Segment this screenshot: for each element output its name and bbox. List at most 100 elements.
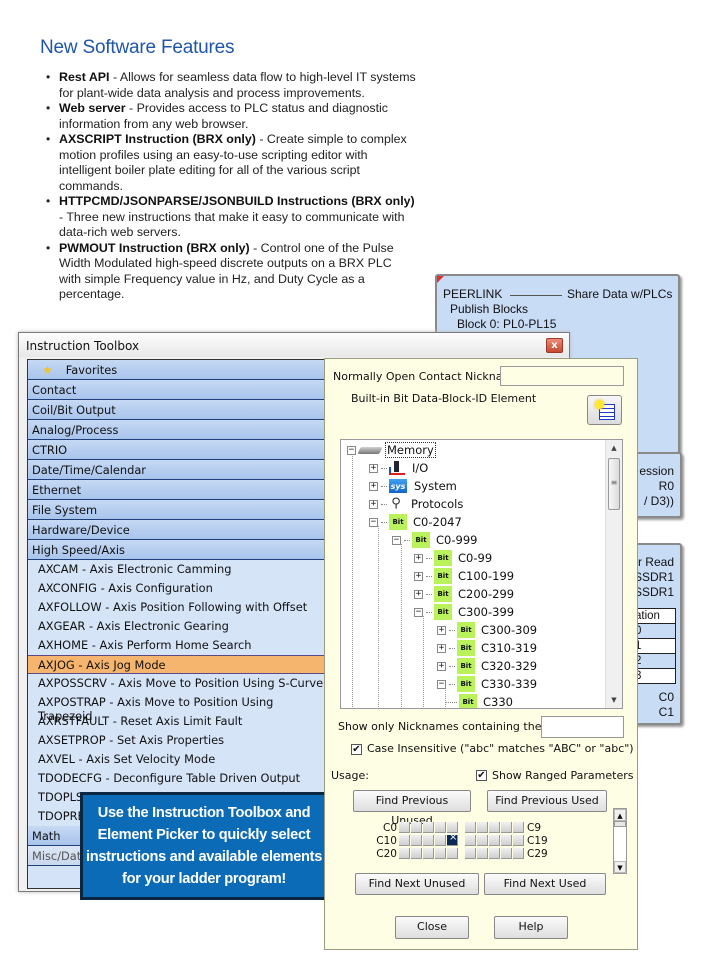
find-previous-used-button[interactable]: Find Previous Used xyxy=(487,790,607,812)
tree-node-c310-319[interactable]: + Bit C310-319 xyxy=(437,639,537,657)
usage-cell[interactable] xyxy=(513,822,524,833)
category-date-time-calendar[interactable]: Date/Time/Calendar xyxy=(28,460,326,480)
usage-cell[interactable] xyxy=(435,848,446,859)
usage-cell[interactable] xyxy=(423,835,434,846)
instruction-item[interactable]: AXFOLLOW - Axis Position Following with … xyxy=(28,598,326,617)
usage-cell[interactable] xyxy=(411,822,422,833)
instruction-item-selected[interactable]: AXJOG - Axis Jog Mode xyxy=(28,655,326,674)
tree-node-c320-329[interactable]: + Bit C320-329 xyxy=(437,657,537,675)
collapse-icon[interactable]: − xyxy=(392,535,401,545)
usage-cell[interactable] xyxy=(501,848,512,859)
expand-icon[interactable]: + xyxy=(414,553,423,563)
tree-node-c300-399[interactable]: − Bit C300-399 xyxy=(414,603,514,621)
instruction-item[interactable]: AXCONFIG - Axis Configuration xyxy=(28,579,326,598)
collapse-icon[interactable]: − xyxy=(437,679,446,689)
category-ethernet[interactable]: Ethernet xyxy=(28,480,326,500)
tree-node-c330-339[interactable]: − Bit C330-339 xyxy=(437,675,537,693)
usage-cell[interactable] xyxy=(435,822,446,833)
usage-cell[interactable] xyxy=(423,848,434,859)
find-previous-unused-button[interactable]: Find Previous Unused xyxy=(353,790,471,827)
usage-cell[interactable] xyxy=(399,822,410,833)
usage-cell[interactable] xyxy=(477,822,488,833)
category-contact[interactable]: Contact xyxy=(28,380,326,400)
memory-tree[interactable]: − Memory + I/O + sys System + ⚲ Protocol… xyxy=(340,439,623,709)
tree-scrollbar[interactable]: ▲ ≡ ▼ xyxy=(605,440,622,708)
help-button[interactable]: Help xyxy=(494,916,568,939)
usage-cell[interactable] xyxy=(465,848,476,859)
usage-scrollbar[interactable]: ▲ ▼ xyxy=(613,808,627,874)
instruction-item[interactable]: AXRSTFAULT - Reset Axis Limit Fault xyxy=(28,712,326,731)
tree-node-c0-999[interactable]: − Bit C0-999 xyxy=(392,531,477,549)
category-high-speed-axis[interactable]: High Speed/Axis xyxy=(28,540,326,560)
category-hardware-device[interactable]: Hardware/Device xyxy=(28,520,326,540)
instruction-item[interactable]: AXHOME - Axis Perform Home Search xyxy=(28,636,326,655)
nickname-filter-input[interactable] xyxy=(541,716,624,738)
nickname-input[interactable] xyxy=(500,366,624,386)
expand-icon[interactable]: + xyxy=(369,499,378,509)
instruction-item[interactable]: AXPOSTRAP - Axis Move to Position Using … xyxy=(28,693,326,723)
collapse-icon[interactable]: − xyxy=(347,445,356,455)
scroll-up-icon[interactable]: ▲ xyxy=(614,809,626,821)
expand-icon[interactable]: + xyxy=(437,661,446,671)
scroll-thumb[interactable]: ≡ xyxy=(608,458,620,510)
tree-node-system[interactable]: + sys System xyxy=(369,477,457,495)
usage-cell-used[interactable] xyxy=(447,832,458,846)
category-ctrio[interactable]: CTRIO xyxy=(28,440,326,460)
expand-icon[interactable]: + xyxy=(414,571,423,581)
usage-cell[interactable] xyxy=(399,848,410,859)
usage-cell[interactable] xyxy=(513,835,524,846)
category-favorites[interactable]: ★ Favorites xyxy=(28,360,326,380)
usage-cell[interactable] xyxy=(489,822,500,833)
expand-icon[interactable]: + xyxy=(437,625,446,635)
usage-cell[interactable] xyxy=(513,848,524,859)
usage-cell[interactable] xyxy=(489,848,500,859)
instruction-item[interactable]: AXPOSSCRV - Axis Move to Position Using … xyxy=(28,674,326,693)
usage-cell[interactable] xyxy=(411,835,422,846)
expand-icon[interactable]: + xyxy=(437,643,446,653)
scroll-down-icon[interactable]: ▼ xyxy=(606,692,622,708)
usage-cell[interactable] xyxy=(423,822,434,833)
instruction-item[interactable]: AXVEL - Axis Set Velocity Mode xyxy=(28,750,326,769)
collapse-icon[interactable]: − xyxy=(369,517,378,527)
usage-cell[interactable] xyxy=(435,835,446,846)
usage-cell[interactable] xyxy=(465,835,476,846)
tree-node-io[interactable]: + I/O xyxy=(369,459,428,477)
expand-icon[interactable]: + xyxy=(414,589,423,599)
find-next-unused-button[interactable]: Find Next Unused xyxy=(355,873,479,895)
usage-cell[interactable] xyxy=(489,835,500,846)
usage-cell[interactable] xyxy=(501,835,512,846)
expand-icon[interactable]: + xyxy=(369,481,378,491)
usage-cell[interactable] xyxy=(501,822,512,833)
usage-cell[interactable] xyxy=(465,822,476,833)
case-insensitive-checkbox[interactable]: ✔ xyxy=(351,744,362,755)
close-button[interactable]: Close xyxy=(395,916,469,939)
category-file-system[interactable]: File System xyxy=(28,500,326,520)
tree-node-c330[interactable]: Bit C330 xyxy=(445,693,513,708)
instruction-item[interactable]: AXSETPROP - Set Axis Properties xyxy=(28,731,326,750)
tree-node-c0-99[interactable]: + Bit C0-99 xyxy=(414,549,492,567)
tree-node-memory[interactable]: − Memory xyxy=(347,441,436,459)
tree-node-c200-299[interactable]: + Bit C200-299 xyxy=(414,585,514,603)
element-browser-button[interactable] xyxy=(587,395,622,425)
usage-cell[interactable] xyxy=(399,835,410,846)
instruction-item[interactable]: AXCAM - Axis Electronic Camming xyxy=(28,560,326,579)
instruction-item[interactable]: AXGEAR - Axis Electronic Gearing xyxy=(28,617,326,636)
tree-node-c0-2047[interactable]: − Bit C0-2047 xyxy=(369,513,462,531)
scroll-thumb[interactable] xyxy=(614,821,626,827)
usage-cell[interactable] xyxy=(477,835,488,846)
expand-icon[interactable]: + xyxy=(369,463,378,473)
tree-node-c300-309[interactable]: + Bit C300-309 xyxy=(437,621,537,639)
close-icon[interactable]: x xyxy=(546,338,563,353)
show-ranged-checkbox[interactable]: ✔ xyxy=(476,770,487,781)
scroll-down-icon[interactable]: ▼ xyxy=(614,861,626,873)
usage-cell[interactable] xyxy=(477,848,488,859)
usage-cell[interactable] xyxy=(447,848,458,859)
tree-node-c100-199[interactable]: + Bit C100-199 xyxy=(414,567,514,585)
category-coil-bit-output[interactable]: Coil/Bit Output xyxy=(28,400,326,420)
category-analog-process[interactable]: Analog/Process xyxy=(28,420,326,440)
tree-node-protocols[interactable]: + ⚲ Protocols xyxy=(369,495,463,513)
usage-cell[interactable] xyxy=(411,848,422,859)
scroll-up-icon[interactable]: ▲ xyxy=(606,440,622,456)
find-next-used-button[interactable]: Find Next Used xyxy=(484,873,606,895)
collapse-icon[interactable]: − xyxy=(414,607,423,617)
